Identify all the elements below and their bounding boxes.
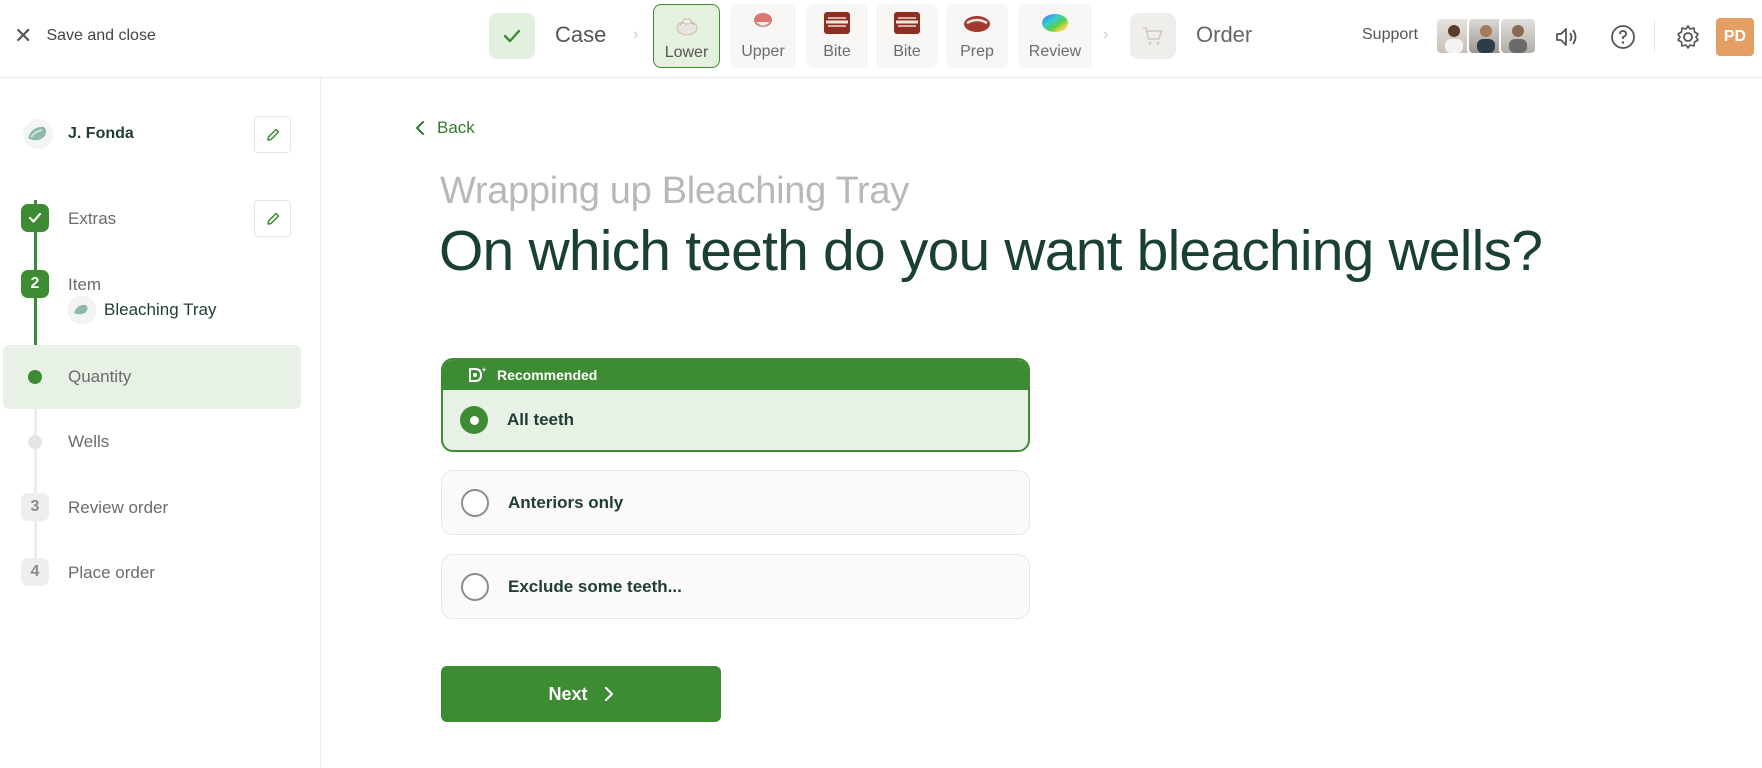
scan-thumb-label: Prep: [960, 43, 994, 60]
step-extras-label[interactable]: Extras: [68, 209, 116, 229]
scan-thumb-label: Bite: [893, 43, 921, 60]
support-link[interactable]: Support: [1362, 26, 1418, 44]
patient-name: J. Fonda: [68, 125, 134, 142]
user-avatar[interactable]: PD: [1716, 18, 1754, 56]
bleaching-tray-icon: [23, 119, 53, 149]
chevron-right-icon: ›: [1103, 26, 1109, 43]
option-label: Exclude some teeth...: [508, 576, 682, 596]
edit-extras-button[interactable]: [254, 200, 291, 237]
top-bar: ✕ Save and close Case › Lower Upper Bite: [0, 0, 1762, 78]
next-button[interactable]: Next: [441, 666, 721, 722]
scan-thumb-upper[interactable]: Upper: [730, 4, 796, 68]
order-step-label[interactable]: Order: [1196, 22, 1252, 48]
scan-thumb-label: Review: [1028, 43, 1082, 60]
close-icon: ✕: [14, 23, 33, 48]
support-avatars[interactable]: [1435, 17, 1537, 55]
check-icon: [28, 212, 42, 223]
page-subtitle: Wrapping up Bleaching Tray: [440, 170, 909, 212]
bite-scan-icon: [824, 12, 850, 34]
save-and-close-button[interactable]: ✕ Save and close: [14, 22, 156, 50]
active-step-highlight: [3, 345, 301, 409]
next-label: Next: [548, 683, 588, 704]
check-icon: [503, 29, 521, 43]
lower-arch-icon: [676, 18, 697, 36]
chevron-right-icon: ›: [633, 26, 639, 43]
step-place-order-number: 4: [21, 558, 49, 586]
case-step-check[interactable]: [489, 13, 535, 59]
step-review-number: 3: [21, 493, 49, 521]
sidebar: J. Fonda Extras 2 Item Bleaching Tray Qu…: [0, 78, 321, 768]
step-item-sub-label: Bleaching Tray: [104, 300, 217, 319]
bite-scan-icon: [894, 12, 920, 34]
order-step-cart[interactable]: [1130, 13, 1176, 59]
step-place-order-label[interactable]: Place order: [68, 563, 155, 583]
recommended-label: Recommended: [497, 367, 598, 383]
page-title: On which teeth do you want bleaching wel…: [439, 219, 1543, 283]
settings-gear-icon[interactable]: [1673, 22, 1703, 52]
bleaching-tray-icon: [68, 296, 96, 324]
topbar-divider: [1654, 20, 1655, 52]
back-label: Back: [437, 118, 475, 137]
scan-thumb-label: Bite: [823, 43, 851, 60]
step-quantity-label[interactable]: Quantity: [68, 367, 131, 387]
edit-patient-button[interactable]: [254, 116, 291, 153]
option-label: Anteriors only: [508, 492, 624, 512]
scan-thumb-review[interactable]: Review: [1018, 4, 1092, 68]
step-extras-check: [21, 204, 49, 232]
back-link[interactable]: Back: [415, 118, 475, 138]
cart-icon: [1143, 27, 1163, 45]
support-agent-avatar: [1499, 17, 1537, 55]
option-all-teeth[interactable]: Recommended All teeth: [441, 358, 1030, 452]
case-step-label[interactable]: Case: [555, 22, 606, 48]
prep-scan-icon: [964, 16, 990, 32]
recommended-banner: Recommended: [443, 360, 1028, 390]
scan-thumb-label: Upper: [741, 43, 785, 60]
patient-header: J. Fonda: [22, 118, 134, 150]
step-item-bleaching-tray[interactable]: Bleaching Tray: [68, 296, 216, 324]
scan-thumb-label: Lower: [664, 44, 709, 61]
option-body: All teeth: [443, 390, 1028, 450]
step-item-label[interactable]: Item: [68, 275, 101, 295]
option-label: All teeth: [507, 410, 575, 429]
pencil-icon: [266, 212, 279, 225]
scan-thumb-lower[interactable]: Lower: [653, 4, 720, 68]
step-item-number: 2: [21, 270, 49, 298]
step-wells-dot: [28, 435, 42, 449]
scan-thumb-bite-2[interactable]: Bite: [876, 4, 938, 68]
radio-selected[interactable]: [460, 406, 488, 434]
radio-unselected[interactable]: [461, 488, 489, 517]
pencil-icon: [266, 128, 279, 141]
step-review-label[interactable]: Review order: [68, 498, 168, 518]
ai-sparkle-icon: [469, 367, 487, 382]
step-wells-label[interactable]: Wells: [68, 432, 109, 452]
save-and-close-label: Save and close: [46, 27, 156, 44]
scan-thumb-bite-1[interactable]: Bite: [806, 4, 868, 68]
step-quantity-dot: [28, 370, 42, 384]
upper-arch-icon: [754, 13, 772, 27]
scan-thumb-prep[interactable]: Prep: [946, 4, 1008, 68]
chevron-left-icon: [416, 121, 424, 135]
option-anteriors-only[interactable]: Anteriors only: [441, 470, 1030, 535]
speaker-icon[interactable]: [1552, 22, 1582, 52]
radio-unselected[interactable]: [461, 572, 489, 601]
review-heatmap-icon: [1042, 14, 1068, 32]
chevron-right-icon: [604, 686, 613, 702]
help-icon[interactable]: [1608, 22, 1638, 52]
option-exclude-some-teeth[interactable]: Exclude some teeth...: [441, 554, 1030, 619]
